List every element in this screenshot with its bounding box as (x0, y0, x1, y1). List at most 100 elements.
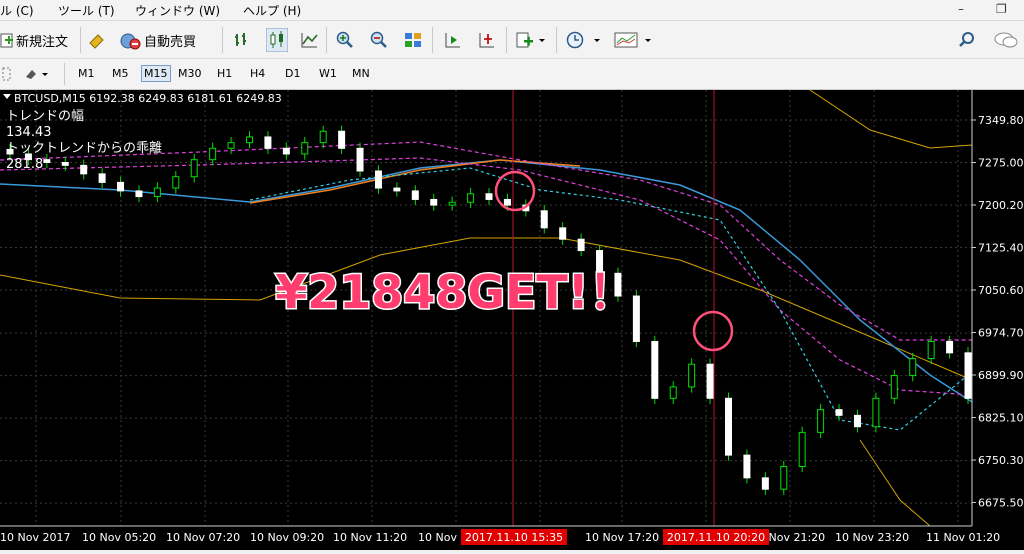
timeframe-m1[interactable]: M1 (75, 65, 98, 82)
time-tick-label: 10 Nov 05:20 (82, 531, 156, 544)
timeframe-h1[interactable]: H1 (214, 65, 235, 82)
chat-icon[interactable] (994, 31, 1018, 49)
timeframe-mn[interactable]: MN (349, 65, 373, 82)
candle (374, 170, 382, 189)
zoom-out-icon[interactable] (370, 31, 388, 49)
time-tick-label: 10 Nov 17:20 (585, 531, 659, 544)
candle (356, 147, 364, 172)
indicator-label-trend-width: トレンドの幅 (6, 109, 84, 124)
time-tick-label: 10 Nov 09:20 (250, 531, 324, 544)
candle (725, 397, 732, 456)
candle (246, 136, 253, 144)
line-chart-icon[interactable] (300, 31, 318, 49)
time-tick-label: 10 Nov 2017 (0, 531, 70, 544)
candle (430, 198, 438, 206)
menu-item-chart[interactable]: ル (C) (0, 2, 34, 19)
templates-dropdown-icon[interactable] (614, 31, 654, 49)
candle (61, 162, 69, 166)
candle (80, 164, 88, 175)
periodicity-dropdown-icon[interactable] (566, 31, 602, 49)
candle (190, 159, 198, 178)
tile-windows-icon[interactable] (404, 31, 422, 49)
candle (301, 142, 309, 155)
timeframe-toolbar: M1 M5 M15 M30 H1 H4 D1 W1 MN (0, 59, 1024, 90)
time-tick-label: 10 Nov 07:20 (166, 531, 240, 544)
crosshair-icon[interactable] (2, 67, 12, 81)
candle (946, 340, 954, 354)
timeframe-d1[interactable]: D1 (282, 65, 303, 82)
highlight-time-2: 2017.11.10 20:20 (667, 531, 765, 544)
time-tick-label: 11 Nov 01:20 (926, 531, 1000, 544)
candle (743, 454, 751, 479)
price-tick-label: 6825.10 (978, 412, 1024, 425)
candle (853, 414, 861, 428)
bar-chart-icon[interactable] (232, 31, 250, 49)
zoom-in-icon[interactable] (336, 31, 354, 49)
minimize-button[interactable]: – (958, 2, 964, 16)
price-axis: 7349.80 7275.00 7200.20 7125.40 7050.60 6974.… (972, 114, 1024, 510)
price-tick-label: 7125.40 (978, 242, 1024, 255)
candle (209, 147, 217, 161)
chart-header: BTCUSD,M15 6192.38 6249.83 6181.61 6249.… (14, 92, 282, 105)
menu-item-window[interactable]: ウィンドウ (W) (135, 2, 220, 19)
toolbar-separator (506, 27, 507, 53)
candle (669, 386, 677, 399)
toolbar-separator (432, 27, 433, 53)
candle (117, 181, 125, 192)
search-icon[interactable] (958, 31, 976, 49)
timeframe-m5[interactable]: M5 (109, 65, 132, 82)
price-tick-label: 7200.20 (978, 199, 1024, 212)
price-chart[interactable]: 7349.80 7275.00 7200.20 7125.40 7050.60 6974.… (0, 89, 1024, 550)
timeframe-m30[interactable]: M30 (175, 65, 205, 82)
candle (485, 193, 493, 200)
timeframe-w1[interactable]: W1 (316, 65, 340, 82)
new-order-label: 新規注文 (16, 34, 69, 50)
auto-trading-button[interactable]: 自動売買 (119, 29, 196, 51)
candle (98, 173, 106, 183)
indicator-label-deviation: トックトレンドからの乖離 (6, 141, 162, 156)
price-tick-label: 7050.60 (978, 284, 1024, 297)
price-tick-label: 6899.90 (978, 369, 1024, 382)
timeframe-h4[interactable]: H4 (247, 65, 268, 82)
toolbar-separator (64, 63, 65, 85)
candle (540, 210, 548, 229)
candle (909, 358, 917, 377)
candle (890, 375, 898, 399)
chart-shift-icon[interactable] (443, 31, 461, 49)
new-order-button[interactable]: 新規注文 (0, 29, 68, 51)
main-toolbar: 新規注文 自動売買 (0, 21, 1024, 59)
metaeditor-icon[interactable] (88, 31, 106, 49)
candle (448, 201, 456, 206)
toolbar-separator (326, 27, 327, 53)
highlight-time-1: 2017.11.10 15:35 (465, 531, 563, 544)
candle (872, 397, 880, 428)
candle (153, 187, 161, 198)
price-tick-label: 6750.30 (978, 454, 1024, 467)
candle (817, 409, 825, 433)
menu-bar: ル (C) ツール (T) ウィンドウ (W) ヘルプ (H) – ❐ (0, 0, 1024, 21)
candle (393, 187, 401, 192)
candlestick-icon[interactable] (266, 28, 288, 52)
time-tick-label: 10 Nov (418, 531, 457, 544)
restore-button[interactable]: ❐ (996, 2, 1007, 16)
candle (780, 465, 788, 490)
price-tick-label: 7275.00 (978, 157, 1024, 170)
candle (282, 147, 290, 155)
new-order-icon (0, 33, 13, 48)
candle (264, 136, 272, 149)
timeframe-m15[interactable]: M15 (141, 65, 171, 82)
menu-item-tools[interactable]: ツール (T) (58, 2, 115, 19)
menu-item-help[interactable]: ヘルプ (H) (243, 2, 301, 19)
indicators-dropdown-icon[interactable] (516, 31, 546, 49)
drawing-tools-dropdown-icon[interactable] (22, 67, 52, 81)
candle (227, 142, 235, 149)
candle (319, 130, 327, 144)
time-tick-label: 10 Nov 23:20 (835, 531, 909, 544)
auto-trading-icon (120, 33, 141, 50)
candle (172, 176, 180, 189)
profit-annotation: ¥21848GET!！ (275, 265, 635, 319)
price-tick-label: 7349.80 (978, 114, 1024, 127)
autoscroll-icon[interactable] (477, 31, 495, 49)
candle (835, 409, 843, 416)
chart-canvas[interactable]: 7349.80 7275.00 7200.20 7125.40 7050.60 6974.… (0, 89, 1024, 550)
